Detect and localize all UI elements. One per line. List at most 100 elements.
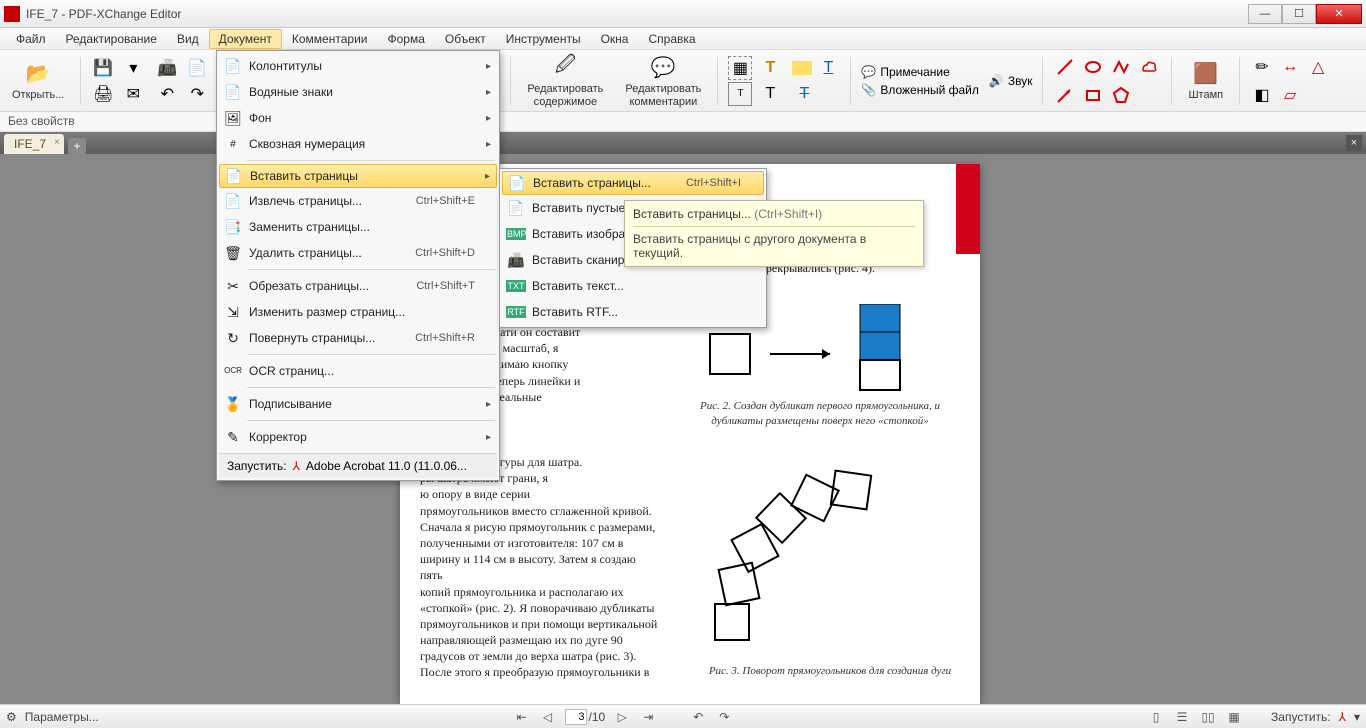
menu-delete-pages[interactable]: 🗑Удалить страницы...Ctrl+Shift+D — [219, 240, 497, 266]
maximize-button[interactable]: ☐ — [1282, 4, 1316, 24]
print-button[interactable]: 🖨 — [91, 82, 115, 106]
menu-edit[interactable]: Редактирование — [56, 29, 167, 49]
measure-line-icon[interactable]: ↔ — [1278, 55, 1302, 79]
submenu-insert-pages[interactable]: 📄Вставить страницы...Ctrl+Shift+I — [502, 171, 764, 195]
attach-button[interactable]: 📎 Вложенный файл — [861, 83, 979, 97]
menu-background[interactable]: 🖼Фон▸ — [219, 105, 497, 131]
menu-file[interactable]: Файл — [6, 29, 56, 49]
menu-watermarks[interactable]: 📄Водяные знаки▸ — [219, 79, 497, 105]
menu-windows[interactable]: Окна — [591, 29, 639, 49]
stamp-icon: 🟫 — [1192, 59, 1220, 87]
menu-ocr-pages[interactable]: OCROCR страниц... — [219, 358, 497, 384]
menu-help[interactable]: Справка — [638, 29, 705, 49]
underline-icon[interactable]: T — [816, 56, 840, 80]
menu-document[interactable]: Документ — [209, 29, 282, 49]
select-text-icon[interactable]: ▦ — [728, 56, 752, 80]
save-dropdown-icon[interactable]: ▾ — [121, 56, 145, 80]
line-shape-icon[interactable] — [1053, 55, 1077, 79]
launch-acrobat[interactable]: Adobe Acrobat 11.0 (11.0.06... — [306, 459, 467, 473]
edit-content-button[interactable]: 🖉 Редактировать содержимое — [521, 51, 609, 109]
eraser-icon[interactable]: ◧ — [1250, 83, 1274, 107]
nav-back-button[interactable]: ↶ — [689, 708, 707, 726]
menu-form[interactable]: Форма — [377, 29, 434, 49]
circle-shape-icon[interactable] — [1081, 55, 1105, 79]
menu-bates-numbering[interactable]: #Сквозная нумерация▸ — [219, 131, 497, 157]
mail-button[interactable]: ✉ — [121, 82, 145, 106]
text-tool-icon[interactable]: T — [758, 82, 782, 106]
menu-resize-pages[interactable]: ⇲Изменить размер страниц... — [219, 299, 497, 325]
stamp-button[interactable]: 🟫 Штамп — [1182, 57, 1229, 103]
prev-page-button[interactable]: ◁ — [539, 708, 557, 726]
sound-button[interactable]: 🔊 Звук — [989, 74, 1033, 88]
save-button[interactable]: 💾 — [91, 56, 115, 80]
measure-area-icon[interactable]: ▱ — [1278, 83, 1302, 107]
cloud-shape-icon[interactable] — [1137, 55, 1161, 79]
tab-close-icon[interactable]: × — [54, 137, 60, 148]
view-continuous-icon[interactable]: ☰ — [1173, 708, 1191, 726]
first-page-button[interactable]: ⇤ — [513, 708, 531, 726]
document-menu: 📄Колонтитулы▸ 📄Водяные знаки▸ 🖼Фон▸ #Скв… — [216, 50, 500, 481]
chevron-down-icon[interactable]: ▾ — [1354, 710, 1360, 724]
view-single-icon[interactable]: ▯ — [1147, 708, 1165, 726]
submenu-insert-text[interactable]: TXTВставить текст... — [502, 273, 764, 299]
arrow-shape-icon[interactable] — [1053, 83, 1077, 107]
view-facing-cont-icon[interactable]: ▦ — [1225, 708, 1243, 726]
menu-signing[interactable]: 🏅Подписывание▸ — [219, 391, 497, 417]
last-page-button[interactable]: ⇥ — [639, 708, 657, 726]
chevron-right-icon: ▸ — [486, 113, 491, 124]
open-button[interactable]: 📂 Открыть... — [6, 57, 70, 103]
folder-open-icon: 📂 — [24, 59, 52, 87]
text-box-icon[interactable]: T — [728, 82, 752, 106]
options-button[interactable]: Параметры... — [25, 710, 99, 724]
scan-button[interactable]: 📠 — [155, 56, 179, 80]
menu-headers-footers[interactable]: 📄Колонтитулы▸ — [219, 53, 497, 79]
strike-icon[interactable]: T — [792, 82, 816, 106]
close-all-tabs-icon[interactable]: × — [1346, 135, 1362, 151]
menu-view[interactable]: Вид — [167, 29, 209, 49]
menu-replace-pages[interactable]: 📑Заменить страницы... — [219, 214, 497, 240]
page-extract-icon: 📄 — [223, 193, 243, 210]
view-facing-icon[interactable]: ▯▯ — [1199, 708, 1217, 726]
edit-content-icon: 🖉 — [551, 53, 579, 81]
new-tab-button[interactable]: + — [68, 138, 86, 154]
menu-crop-pages[interactable]: ✂Обрезать страницы...Ctrl+Shift+T — [219, 273, 497, 299]
menu-object[interactable]: Объект — [435, 29, 496, 49]
close-button[interactable]: ✕ — [1316, 4, 1362, 24]
polygon-shape-icon[interactable] — [1109, 83, 1133, 107]
submenu-insert-rtf[interactable]: RTFВставить RTF... — [502, 299, 764, 325]
number-icon: # — [223, 139, 243, 150]
redo-button[interactable]: ↷ — [185, 82, 209, 106]
document-tab[interactable]: IFE_7 × — [4, 134, 64, 154]
menu-extract-pages[interactable]: 📄Извлечь страницы...Ctrl+Shift+E — [219, 188, 497, 214]
text-tool-t-icon[interactable]: T — [758, 56, 782, 80]
acrobat-icon[interactable]: ⅄ — [1339, 710, 1346, 724]
edit-comments-button[interactable]: 💬 Редактировать комментарии — [619, 51, 707, 109]
highlight-icon[interactable] — [792, 61, 812, 75]
menu-rotate-pages[interactable]: ↻Повернуть страницы...Ctrl+Shift+R — [219, 325, 497, 351]
edit-comments-icon: 💬 — [649, 53, 677, 81]
page-delete-icon: 🗑 — [223, 245, 243, 262]
doc-button[interactable]: 📄 — [185, 56, 209, 80]
menu-insert-pages[interactable]: 📄Вставить страницы▸ — [219, 164, 497, 188]
figure-3-icon — [700, 464, 890, 654]
rect-shape-icon[interactable] — [1081, 83, 1105, 107]
polyline-shape-icon[interactable] — [1109, 55, 1133, 79]
gear-icon[interactable]: ⚙ — [6, 710, 17, 724]
note-button[interactable]: 💬 Примечание — [861, 65, 979, 79]
undo-button[interactable]: ↶ — [155, 82, 179, 106]
menu-corrector[interactable]: ✎Корректор▸ — [219, 424, 497, 450]
menu-tools[interactable]: Инструменты — [496, 29, 591, 49]
tooltip-title: Вставить страницы... — [633, 207, 751, 221]
next-page-button[interactable]: ▷ — [613, 708, 631, 726]
page-add-icon: 📄 — [507, 175, 527, 192]
ocr-icon: OCR — [223, 367, 243, 375]
minimize-button[interactable]: — — [1248, 4, 1282, 24]
titlebar: IFE_7 - PDF-XChange Editor — ☐ ✕ — [0, 0, 1366, 28]
nav-fwd-button[interactable]: ↷ — [715, 708, 733, 726]
page-input[interactable] — [565, 709, 587, 725]
tooltip: Вставить страницы... (Ctrl+Shift+I) Вста… — [624, 200, 924, 267]
measure-perim-icon[interactable]: △ — [1306, 55, 1330, 79]
txt-file-icon: TXT — [506, 280, 526, 292]
pencil-icon[interactable]: ✏ — [1250, 55, 1274, 79]
menu-comments[interactable]: Комментарии — [282, 29, 378, 49]
